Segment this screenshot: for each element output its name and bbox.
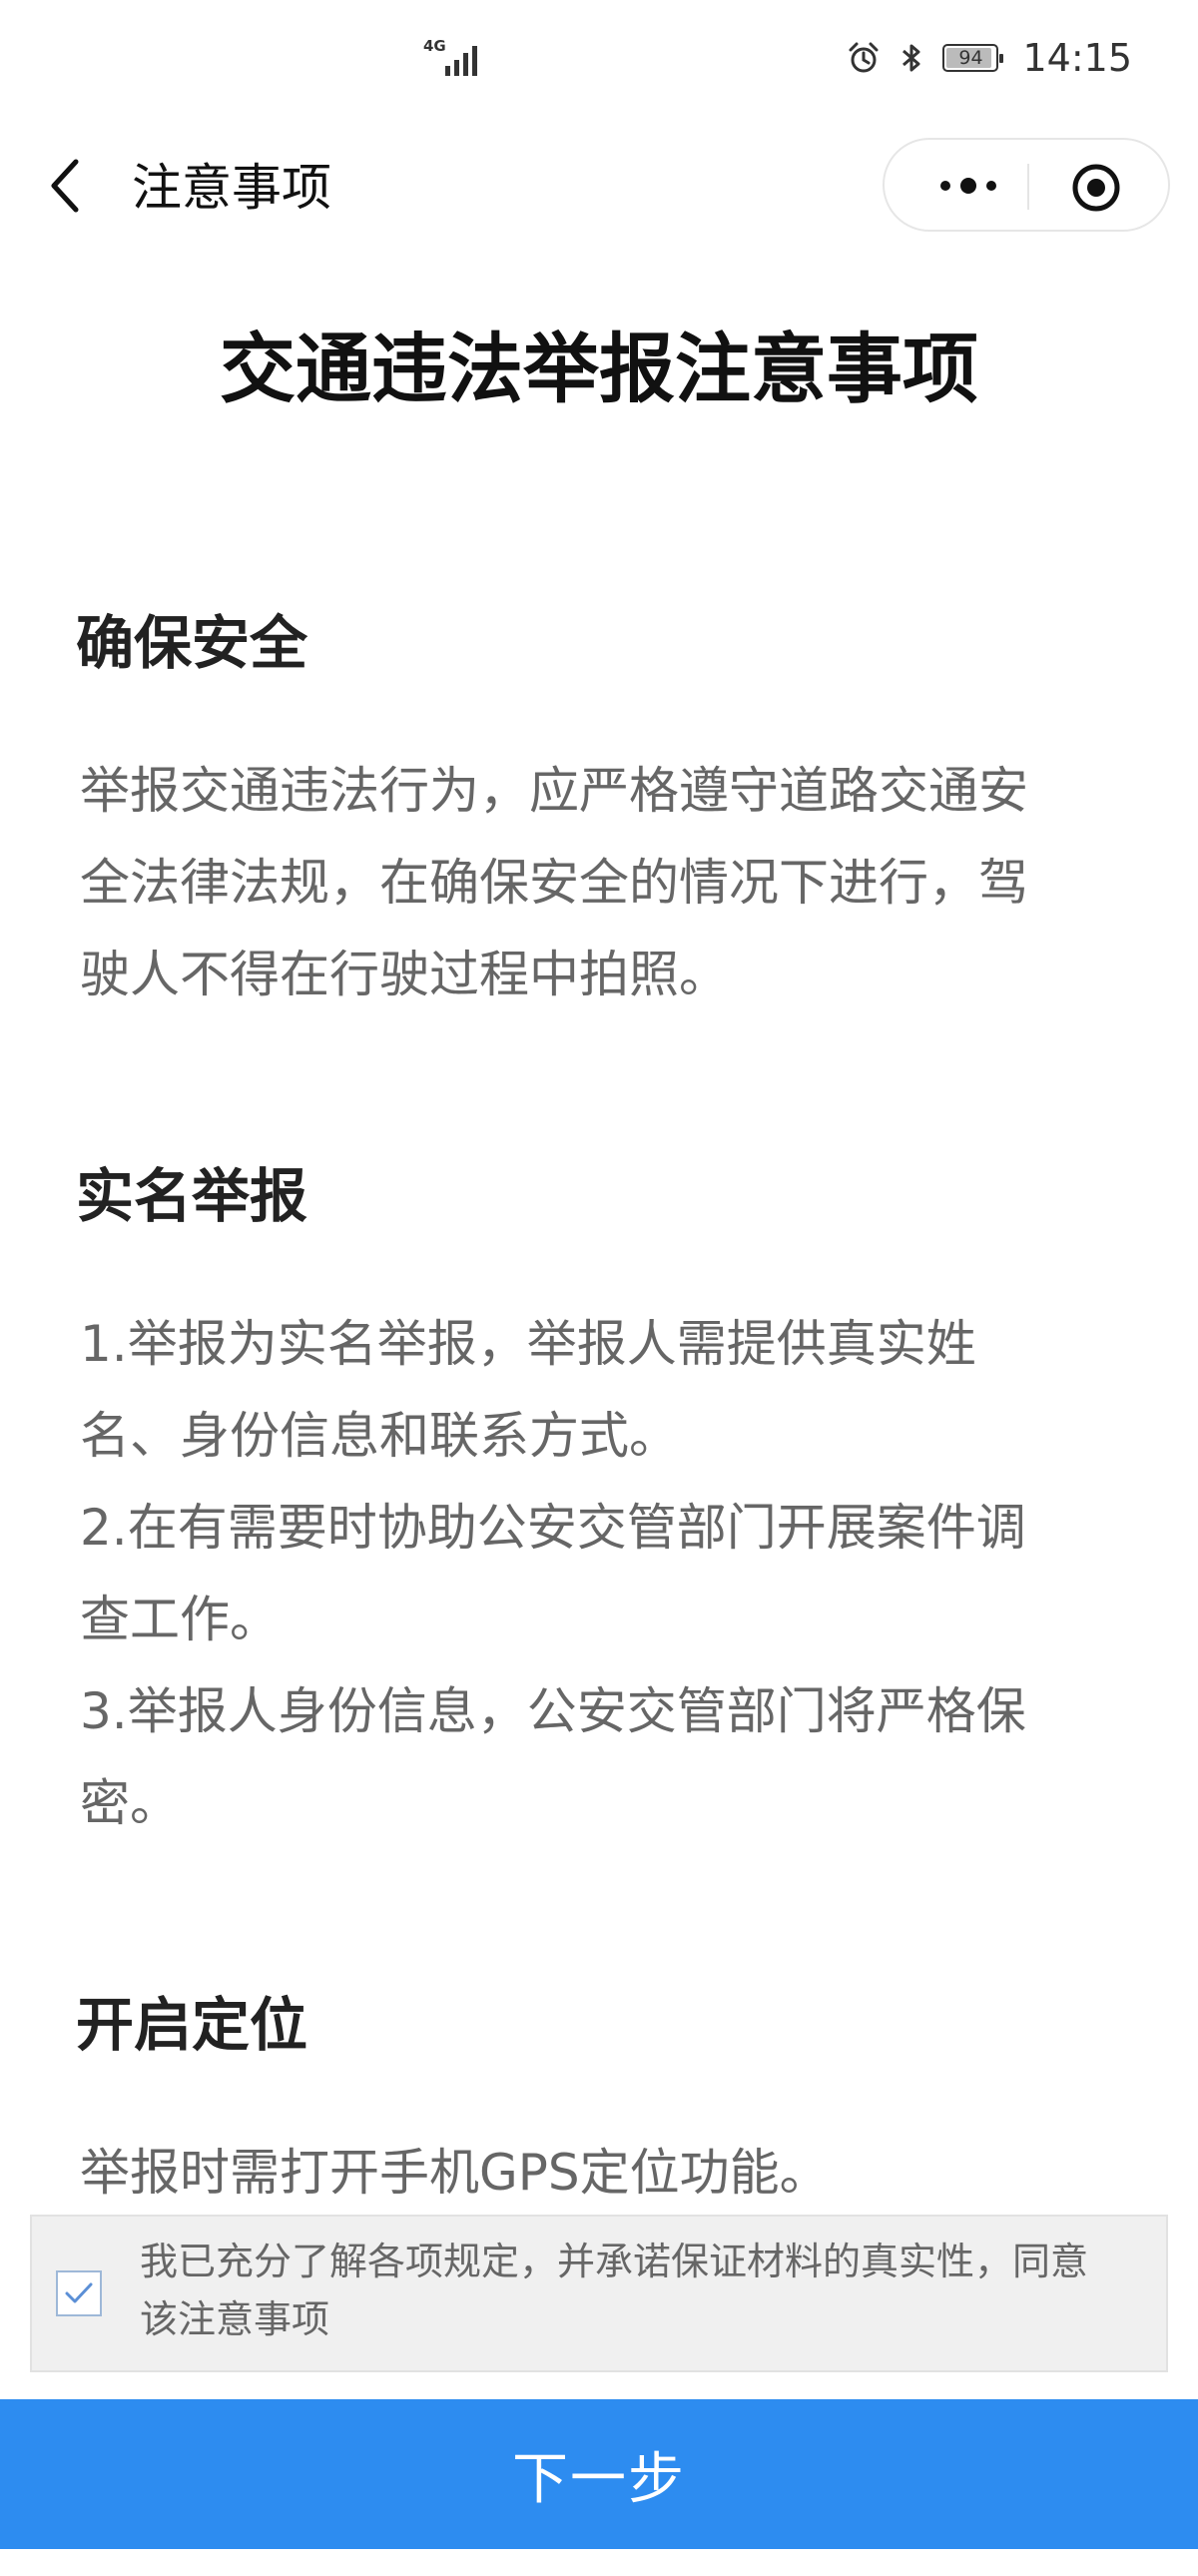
text-line: 1.举报为实名举报，举报人需提供真实姓: [80, 1315, 976, 1373]
section-body-safety: 举报交通违法行为，应严格遵守道路交通安 全法律法规，在确保安全的情况下进行，驾 …: [80, 745, 1118, 1020]
page-heading: 交通违法举报注意事项: [220, 324, 978, 413]
bluetooth-icon: [902, 44, 920, 72]
text-line: 举报交通违法行为，应严格遵守道路交通安: [80, 762, 1028, 820]
chevron-left-icon: [51, 159, 79, 213]
consent-bar: 我已充分了解各项规定，并承诺保证材料的真实性，同意 该注意事项: [30, 2215, 1168, 2372]
target-circle-icon: [1072, 164, 1120, 212]
section-title-location: 开启定位: [76, 1991, 308, 2059]
section-title-real-name: 实名举报: [76, 1162, 308, 1230]
section-body-real-name: 1.举报为实名举报，举报人需提供真实姓 名、身份信息和联系方式。 2.在有需要时…: [80, 1298, 1118, 1849]
consent-checkbox[interactable]: [56, 2270, 102, 2316]
battery-icon: 94: [942, 44, 1004, 72]
text-line: 3.举报人身份信息，公安交管部门将严格保: [80, 1682, 1026, 1740]
alarm-icon: [849, 42, 879, 73]
checkmark-icon: [65, 2282, 93, 2303]
consent-text: 我已充分了解各项规定，并承诺保证材料的真实性，同意 该注意事项: [140, 2233, 1148, 2348]
back-button[interactable]: [40, 154, 90, 218]
text-line: 密。: [80, 1774, 180, 1832]
text-line: 2.在有需要时协助公安交管部门开展案件调: [80, 1499, 1026, 1557]
mini-program-capsule: [883, 138, 1170, 232]
consent-line: 我已充分了解各项规定，并承诺保证材料的真实性，同意: [140, 2240, 1089, 2283]
next-button[interactable]: 下一步: [0, 2399, 1198, 2549]
more-button[interactable]: [920, 162, 1016, 210]
status-bar: 4G 94 14:15: [0, 0, 1198, 118]
bottom-safe-area: [0, 2549, 1198, 2576]
close-button[interactable]: [1070, 162, 1122, 214]
text-line: 全法律法规，在确保安全的情况下进行，驾: [80, 854, 1028, 912]
nav-title: 注意事项: [132, 159, 331, 217]
text-line: 举报时需打开手机GPS定位功能。: [80, 2144, 830, 2202]
section-body-location: 举报时需打开手机GPS定位功能。: [80, 2127, 1118, 2219]
signal-icon: [445, 44, 483, 76]
section-title-safety: 确保安全: [76, 609, 308, 677]
battery-level: 94: [958, 47, 983, 69]
clock: 14:15: [1022, 36, 1132, 80]
nav-bar: 注意事项: [0, 118, 1198, 248]
text-line: 查工作。: [80, 1591, 280, 1648]
consent-line: 该注意事项: [140, 2297, 330, 2341]
text-line: 名、身份信息和联系方式。: [80, 1407, 679, 1465]
network-type: 4G: [423, 37, 446, 55]
capsule-divider: [1027, 164, 1029, 210]
status-icons: 94 14:15: [847, 32, 1132, 84]
text-line: 驶人不得在行驶过程中拍照。: [80, 946, 729, 1003]
more-dots-icon: [940, 178, 996, 194]
